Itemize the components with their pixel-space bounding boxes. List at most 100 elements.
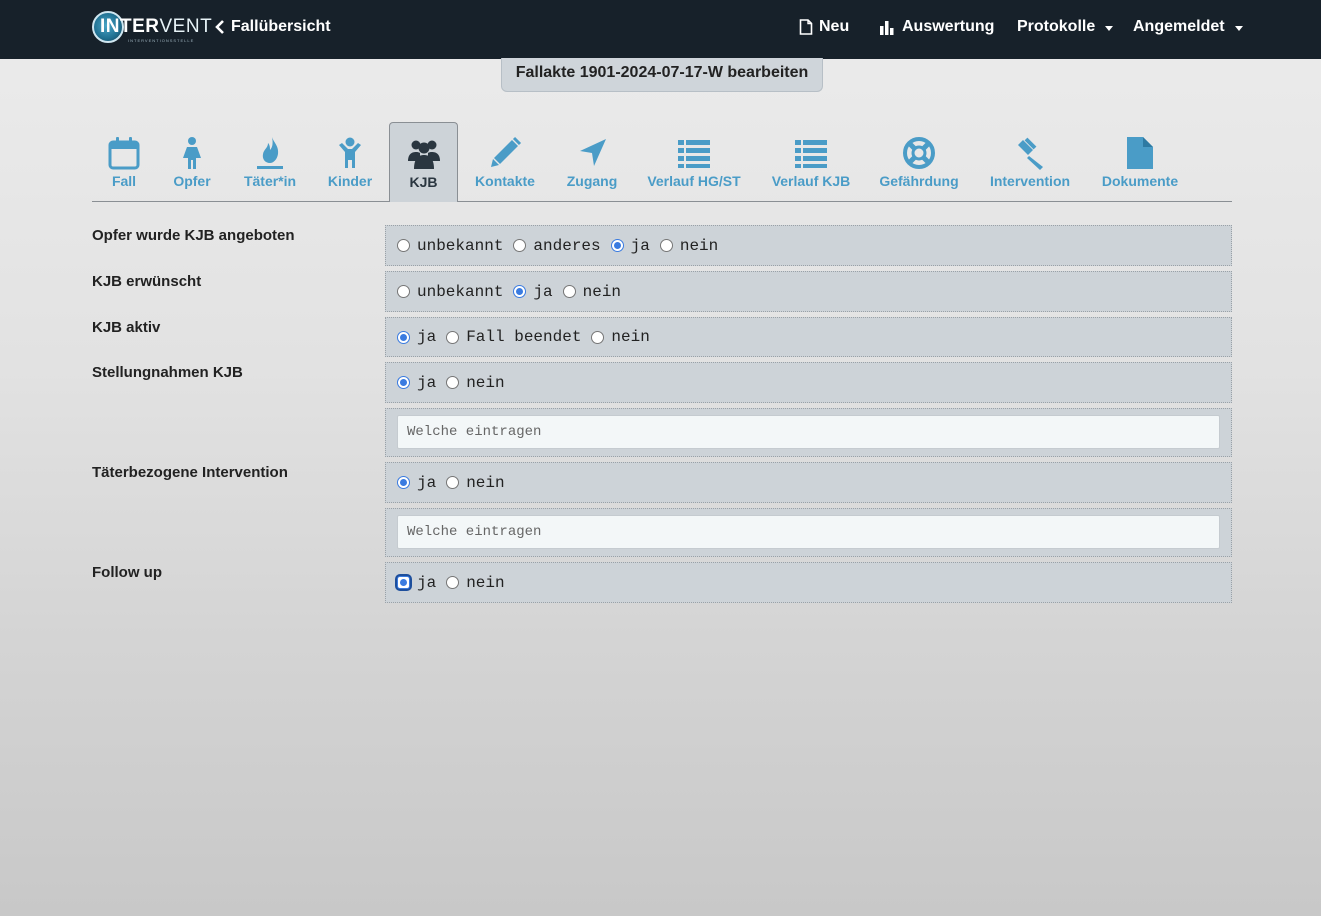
radio-option-yes[interactable]: ja — [513, 283, 553, 301]
radio-option-unknown[interactable]: unbekannt — [397, 237, 503, 255]
radio-button[interactable] — [659, 239, 673, 252]
tab-label: Kinder — [327, 173, 373, 189]
radio-option-no[interactable]: nein — [659, 237, 718, 255]
logo-tagline: INTERVENTIONSSTELLE — [128, 38, 195, 43]
tab-label: Fall — [111, 173, 137, 189]
radio-option-no[interactable]: nein — [446, 374, 505, 392]
tab-label: Verlauf KJB — [771, 173, 851, 189]
radio-option-unknown[interactable]: unbekannt — [397, 283, 503, 301]
file-icon — [1127, 137, 1153, 169]
radio-button[interactable] — [562, 285, 576, 298]
nav-account-label: Angemeldet — [1133, 18, 1225, 35]
radio-option-case-closed[interactable]: Fall beendet — [446, 328, 581, 346]
perpetrator-intervention-detail-field — [385, 508, 1232, 557]
radio-option-no[interactable]: nein — [562, 283, 621, 301]
radio-button-checked[interactable] — [397, 476, 410, 489]
radio-option-no[interactable]: nein — [446, 474, 505, 492]
tab-kontakte[interactable]: Kontakte — [472, 122, 538, 202]
gavel-icon — [1018, 137, 1043, 170]
radio-button[interactable] — [446, 576, 460, 589]
nav-statistics-label: Auswertung — [902, 18, 995, 35]
tab-label: Dokumente — [1101, 173, 1179, 189]
radio-option-no[interactable]: nein — [446, 574, 505, 592]
caret-down-icon — [1105, 25, 1114, 31]
kjb-offered-field: unbekannt anderes ja nein — [385, 225, 1232, 266]
case-title-badge: Fallakte 1901-2024-07-17-W bearbeiten — [501, 58, 823, 92]
location-arrow-icon — [580, 139, 606, 166]
radio-button-checked[interactable] — [397, 576, 410, 589]
radio-button[interactable] — [397, 285, 410, 298]
life-ring-icon — [903, 137, 935, 169]
fire-icon — [257, 137, 283, 169]
field-label-perpetrator-intervention: Täterbezogene Intervention — [92, 464, 288, 481]
nav-account-dropdown[interactable]: Angemeldet — [1133, 18, 1243, 36]
field-label-kjb-wanted: KJB erwünscht — [92, 273, 202, 290]
tab-label: Zugang — [566, 173, 618, 189]
radio-button[interactable] — [397, 239, 410, 252]
logo-wordmark: INTERVENT — [100, 16, 213, 37]
tab-verlauf-kjb[interactable]: Verlauf KJB — [766, 122, 856, 202]
back-label: Fallübersicht — [231, 18, 331, 35]
statements-which-input[interactable] — [397, 415, 1220, 449]
radio-option-yes[interactable]: ja — [397, 328, 436, 346]
tab-kinder[interactable]: Kinder — [318, 122, 382, 202]
list-icon — [678, 140, 710, 168]
radio-option-yes[interactable]: ja — [397, 374, 436, 392]
nav-protocols-label: Protokolle — [1017, 18, 1096, 35]
tab-gefaehrdung[interactable]: Gefährdung — [877, 122, 961, 202]
kjb-wanted-field: unbekannt ja nein — [385, 271, 1232, 312]
follow-up-field: ja nein — [385, 562, 1232, 603]
radio-button[interactable] — [446, 330, 460, 344]
nav-statistics-button[interactable]: Auswertung — [880, 18, 994, 36]
nav-protocols-dropdown[interactable]: Protokolle — [1017, 18, 1114, 36]
perpetrator-intervention-field: ja nein — [385, 462, 1232, 503]
radio-button-checked[interactable] — [397, 376, 410, 389]
field-label-follow-up: Follow up — [92, 564, 162, 581]
nav-new-button[interactable]: Neu — [799, 18, 849, 36]
radio-group-kjb-wanted: unbekannt ja nein — [397, 272, 631, 311]
child-icon — [339, 137, 361, 168]
tab-intervention[interactable]: Intervention — [988, 122, 1072, 202]
radio-button-checked[interactable] — [513, 285, 527, 298]
radio-option-other[interactable]: anderes — [513, 237, 601, 255]
radio-group-perpetrator-intervention: ja nein — [397, 463, 515, 502]
radio-option-no[interactable]: nein — [591, 328, 650, 346]
nav-new-label: Neu — [819, 18, 850, 35]
kjb-statements-field: ja nein — [385, 362, 1232, 403]
tab-fall[interactable]: Fall — [92, 122, 156, 202]
tab-opfer[interactable]: Opfer — [162, 122, 222, 202]
tab-label: Kontakte — [475, 173, 535, 189]
tab-dokumente[interactable]: Dokumente — [1098, 122, 1182, 202]
field-label-kjb-statements: Stellungnahmen KJB — [92, 364, 243, 381]
radio-button[interactable] — [513, 239, 527, 252]
female-icon — [183, 137, 201, 169]
radio-button[interactable] — [446, 476, 460, 489]
back-to-overview-link[interactable]: Fallübersicht — [214, 18, 331, 36]
radio-button-checked[interactable] — [397, 330, 410, 344]
radio-group-kjb-active: ja Fall beendet nein — [397, 318, 660, 356]
users-icon — [407, 140, 440, 169]
chevron-left-icon — [215, 20, 224, 34]
tab-verlauf-hgst[interactable]: Verlauf HG/ST — [644, 122, 744, 202]
tab-zugang[interactable]: Zugang — [562, 122, 622, 202]
list-icon — [795, 140, 827, 168]
radio-button[interactable] — [446, 376, 460, 389]
calendar-icon — [108, 137, 140, 170]
radio-group-follow-up: ja nein — [397, 563, 515, 602]
kjb-active-field: ja Fall beendet nein — [385, 317, 1232, 357]
field-label-kjb-offered: Opfer wurde KJB angeboten — [92, 227, 295, 244]
kjb-statements-detail-field — [385, 408, 1232, 457]
radio-button[interactable] — [591, 330, 605, 344]
brand-logo[interactable]: INTERVENT INTERVENTIONSSTELLE — [92, 10, 212, 46]
radio-option-yes[interactable]: ja — [610, 237, 650, 255]
case-tabs: Fall Opfer Täter*in Kinder KJB Kontakte … — [92, 122, 1232, 202]
radio-group-kjb-statements: ja nein — [397, 363, 515, 402]
tab-taeter[interactable]: Täter*in — [236, 122, 304, 202]
pencil-icon — [491, 136, 522, 167]
radio-option-yes[interactable]: ja — [397, 474, 436, 492]
tab-kjb[interactable]: KJB — [389, 122, 458, 202]
intervention-which-input[interactable] — [397, 515, 1220, 549]
radio-option-yes[interactable]: ja — [397, 574, 436, 592]
radio-group-kjb-offered: unbekannt anderes ja nein — [397, 226, 728, 265]
radio-button-checked[interactable] — [610, 239, 624, 252]
